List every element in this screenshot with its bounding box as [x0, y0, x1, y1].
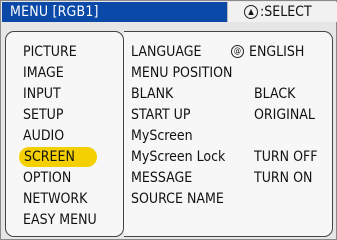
submenu-row-blank[interactable]: BLANK BLACK: [131, 84, 331, 104]
joystick-icon: ▲: [244, 5, 258, 19]
myscreen-label: MyScreen: [131, 128, 193, 144]
main-menu-list: PICTURE IMAGE INPUT SETUP AUDIO SCREEN O…: [5, 31, 124, 237]
menu-position-label: MENU POSITION: [131, 65, 233, 81]
menu-item-input[interactable]: INPUT: [23, 84, 61, 104]
blank-value: BLACK: [254, 86, 296, 102]
menu-item-screen[interactable]: SCREEN: [19, 147, 97, 167]
menu-item-easy-menu[interactable]: EASY MENU: [23, 210, 97, 230]
submenu-row-message[interactable]: MESSAGE TURN ON: [131, 168, 331, 188]
message-value: TURN ON: [254, 170, 313, 186]
menu-item-setup[interactable]: SETUP: [23, 105, 63, 125]
menu-item-picture[interactable]: PICTURE: [23, 42, 77, 62]
menu-item-network[interactable]: NETWORK: [23, 189, 87, 209]
submenu-row-start-up[interactable]: START UP ORIGINAL: [131, 105, 331, 125]
language-value: ENGLISH: [249, 44, 305, 60]
submenu-row-myscreen-lock[interactable]: MyScreen Lock TURN OFF: [131, 147, 331, 167]
osd-menu-window: MENU [RGB1] ▲ :SELECT PICTURE IMAGE INPU…: [0, 0, 337, 240]
blank-label: BLANK: [131, 86, 174, 102]
source-name-label: SOURCE NAME: [131, 191, 224, 207]
submenu-row-language[interactable]: LANGUAGE @ ENGLISH: [131, 42, 331, 62]
submenu-row-myscreen[interactable]: MyScreen: [131, 126, 331, 146]
myscreen-lock-value: TURN OFF: [254, 149, 318, 165]
select-hint: ▲ :SELECT: [227, 2, 337, 22]
select-hint-label: :SELECT: [260, 4, 312, 20]
menu-title: MENU [RGB1]: [2, 2, 227, 22]
language-label: LANGUAGE: [131, 44, 202, 60]
start-up-value: ORIGINAL: [254, 107, 315, 123]
myscreen-lock-label: MyScreen Lock: [131, 149, 226, 165]
start-up-label: START UP: [131, 107, 191, 123]
globe-icon: @: [231, 45, 244, 58]
menu-item-image[interactable]: IMAGE: [23, 63, 64, 83]
message-label: MESSAGE: [131, 170, 193, 186]
submenu-row-menu-position[interactable]: MENU POSITION: [131, 63, 331, 83]
submenu-row-source-name[interactable]: SOURCE NAME: [131, 189, 331, 209]
menu-item-option[interactable]: OPTION: [23, 168, 71, 188]
screen-submenu: LANGUAGE @ ENGLISH MENU POSITION BLANK B…: [124, 31, 333, 237]
menu-item-audio[interactable]: AUDIO: [23, 126, 64, 146]
